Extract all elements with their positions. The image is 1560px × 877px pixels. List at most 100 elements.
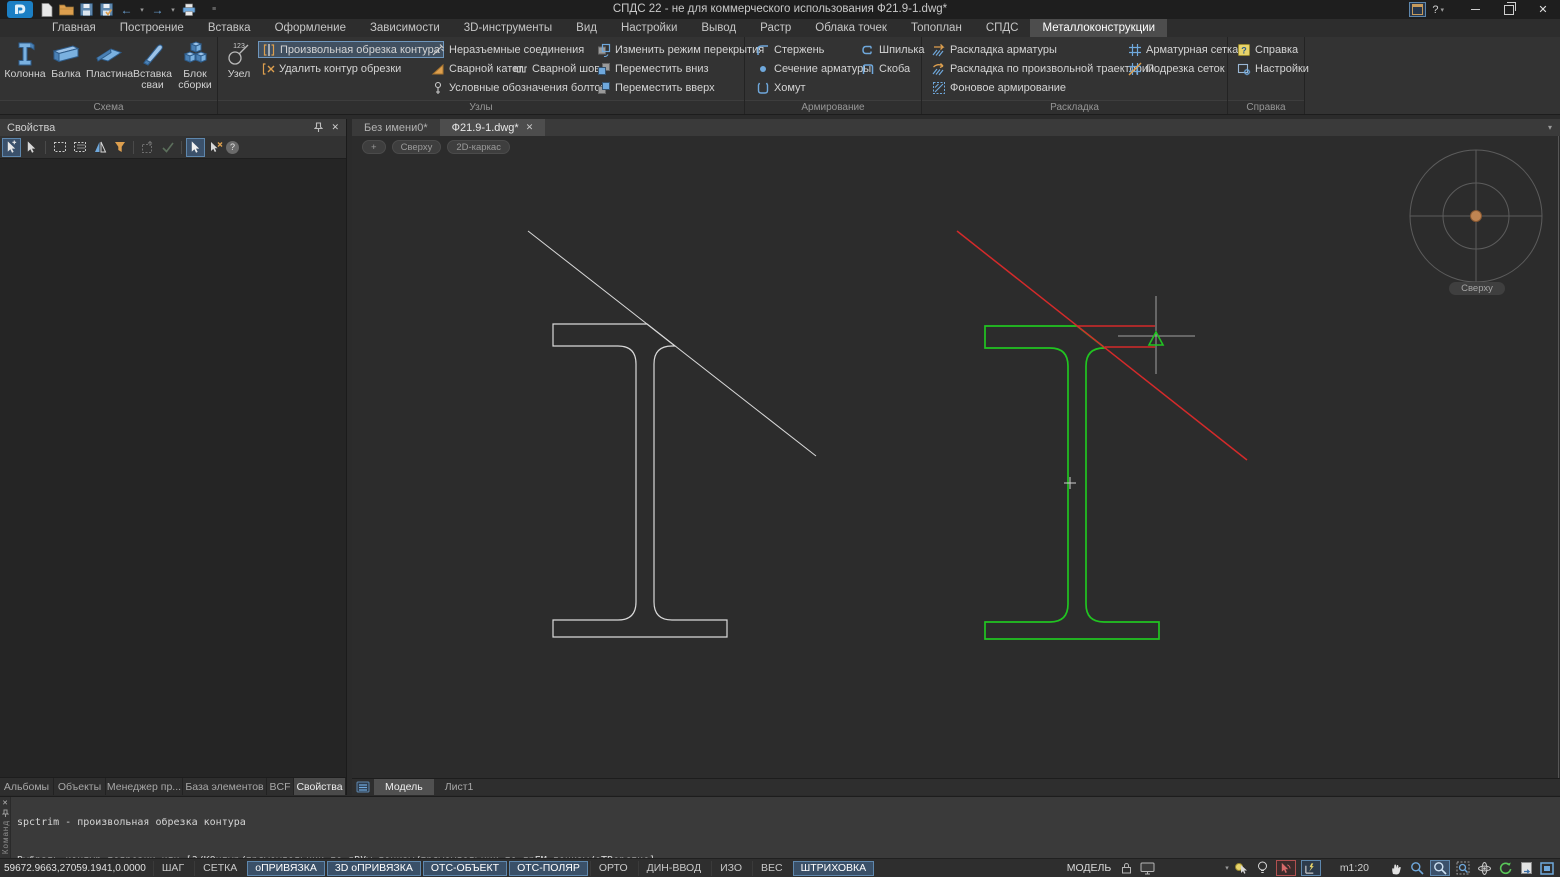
bracket-clamp-button[interactable]: Скоба	[858, 60, 913, 77]
help-button[interactable]: ? Справка	[1234, 41, 1301, 58]
background-reinforcement-button[interactable]: Фоновое армирование	[929, 79, 1069, 96]
tab-vyvod[interactable]: Вывод	[689, 19, 748, 37]
fullscreen-icon[interactable]	[1539, 860, 1555, 876]
marquee-grid-select-tool[interactable]	[70, 138, 89, 157]
tab-3d-instrumenty[interactable]: 3D-инструменты	[452, 19, 564, 37]
weld-seam-button[interactable]: Сварной шов	[511, 60, 603, 77]
tab-glavnaya[interactable]: Главная	[40, 19, 108, 37]
print-icon[interactable]	[180, 2, 197, 17]
select-tool[interactable]	[22, 138, 41, 157]
plate-button[interactable]: Пластина	[86, 40, 131, 80]
doc-tab-list-icon[interactable]: ▾	[1548, 123, 1560, 132]
tab-oblaka-tochek[interactable]: Облака точек	[803, 19, 899, 37]
undo-icon[interactable]: ←	[118, 2, 135, 17]
rebar-mesh-button[interactable]: Арматурная сетка	[1125, 41, 1241, 58]
qat-customize-icon[interactable]: ≡	[210, 6, 218, 13]
toggle-iso[interactable]: ИЗО	[711, 861, 750, 876]
tab-spds[interactable]: СПДС	[974, 19, 1031, 37]
invert-selection-tool[interactable]	[90, 138, 109, 157]
toggle-dynamic-input[interactable]: ДИН-ВВОД	[638, 861, 709, 876]
move-down-button[interactable]: Переместить вниз	[594, 60, 712, 77]
annotation-monitor-icon[interactable]	[1139, 860, 1155, 876]
marquee-select-tool[interactable]	[50, 138, 69, 157]
pin-icon[interactable]	[314, 122, 323, 133]
node-button[interactable]: 123 Узел	[222, 40, 256, 80]
toggle-ortho[interactable]: ОРТО	[590, 861, 636, 876]
panel-close-icon[interactable]: ✕	[331, 122, 339, 133]
doc-tab-close-icon[interactable]: ✕	[526, 122, 534, 133]
tab-svoystva[interactable]: Свойства	[294, 778, 346, 795]
restore-button[interactable]	[1492, 0, 1526, 19]
viewport-menu-button[interactable]: +	[362, 140, 386, 154]
stirrup-button[interactable]: Хомут	[753, 79, 809, 96]
doc-tab-current[interactable]: Ф21.9-1.dwg* ✕	[440, 119, 546, 136]
tab-list1[interactable]: Лист1	[434, 779, 485, 795]
selection-filter-tool[interactable]	[110, 138, 129, 157]
toggle-object-tracking[interactable]: ОТС-ОБЪЕКТ	[423, 861, 507, 876]
tab-oformlenie[interactable]: Оформление	[263, 19, 358, 37]
permanent-joints-button[interactable]: Неразъемные соединения	[428, 41, 587, 58]
zoom-extents-icon[interactable]	[1455, 860, 1471, 876]
command-pin-icon[interactable]	[2, 809, 9, 818]
properties-help-icon[interactable]: ?	[226, 141, 239, 154]
tab-rastr[interactable]: Растр	[748, 19, 803, 37]
tab-bcf[interactable]: BCF	[267, 778, 294, 795]
pile-insert-button[interactable]: Вставка сваи	[131, 40, 174, 91]
command-line-panel[interactable]: ✕ Команд spctrim - произвольная обрезка …	[0, 796, 1560, 858]
toggle-osnap-3d[interactable]: 3D оПРИВЯЗКА	[327, 861, 421, 876]
save-as-icon[interactable]	[98, 2, 115, 17]
toggle-snap-step[interactable]: ШАГ	[153, 861, 192, 876]
toggle-osnap[interactable]: оПРИВЯЗКА	[247, 861, 325, 876]
tab-vid[interactable]: Вид	[564, 19, 609, 37]
help-menu[interactable]: ?	[1432, 4, 1438, 16]
open-file-icon[interactable]	[58, 2, 75, 17]
model-canvas[interactable]: + Сверху 2D-каркас Сверху	[352, 136, 1560, 779]
status-dropdown-icon[interactable]: ▾	[1225, 864, 1229, 872]
help-dropdown-icon[interactable]: ▾	[1440, 6, 1444, 14]
rebar-layout-button[interactable]: Раскладка арматуры	[929, 41, 1060, 58]
sheet-preview-icon[interactable]	[1518, 860, 1534, 876]
move-up-button[interactable]: Переместить вверх	[594, 79, 718, 96]
regen-icon[interactable]	[1497, 860, 1513, 876]
pointer-mode-tool[interactable]	[186, 138, 205, 157]
beam-button[interactable]: Балка	[46, 40, 86, 80]
column-button[interactable]: Колонна	[4, 40, 46, 80]
tab-model[interactable]: Модель	[374, 779, 434, 795]
tab-metallokonstruktsii[interactable]: Металлоконструкции	[1030, 19, 1167, 37]
delete-trim-contour-button[interactable]: Удалить контур обрезки	[258, 60, 404, 77]
visual-style-button[interactable]: 2D-каркас	[447, 140, 510, 154]
toggle-lineweight[interactable]: ВЕС	[752, 861, 791, 876]
bulb-icon[interactable]	[1255, 860, 1271, 876]
pin-stud-button[interactable]: Шпилька	[858, 41, 928, 58]
tab-obekty[interactable]: Объекты	[54, 778, 106, 795]
command-close-icon[interactable]: ✕	[2, 799, 8, 807]
orbit-icon[interactable]	[1476, 860, 1492, 876]
autosnap-marker-icon[interactable]	[1276, 860, 1296, 876]
pan-icon[interactable]	[1388, 860, 1404, 876]
tab-nastroyki[interactable]: Настройки	[609, 19, 689, 37]
doc-tab-unnamed[interactable]: Без имени0*	[352, 119, 440, 136]
assembly-block-button[interactable]: Блок сборки	[174, 40, 216, 91]
select-append-tool[interactable]	[2, 138, 21, 157]
redo-dropdown-icon[interactable]: ▾	[169, 6, 177, 14]
view-direction-button[interactable]: Сверху	[392, 140, 442, 154]
toggle-polar-tracking[interactable]: ОТС-ПОЛЯР	[509, 861, 588, 876]
tab-albomy[interactable]: Альбомы	[0, 778, 54, 795]
tab-topoplan[interactable]: Топоплан	[899, 19, 974, 37]
space-indicator[interactable]: МОДЕЛЬ	[1067, 862, 1112, 874]
bolt-symbols-button[interactable]: Условные обозначения болтов	[428, 79, 609, 96]
ucs-icon[interactable]	[1301, 860, 1321, 876]
layout-arbitrary-path-button[interactable]: Раскладка по произвольной траектории	[929, 60, 1157, 77]
tab-zavisimosti[interactable]: Зависимости	[358, 19, 452, 37]
navsphere-view-label[interactable]: Сверху	[1449, 282, 1505, 295]
tab-postroenie[interactable]: Построение	[108, 19, 196, 37]
save-icon[interactable]	[78, 2, 95, 17]
rod-button[interactable]: Стержень	[753, 41, 827, 58]
mesh-trim-button[interactable]: Подрезка сеток	[1125, 60, 1228, 77]
zoom-icon[interactable]	[1409, 860, 1425, 876]
minimize-button[interactable]	[1458, 0, 1492, 19]
new-file-icon[interactable]	[38, 2, 55, 17]
deselect-tool[interactable]	[206, 138, 225, 157]
close-button[interactable]: ✕	[1526, 0, 1560, 19]
redo-icon[interactable]: →	[149, 2, 166, 17]
